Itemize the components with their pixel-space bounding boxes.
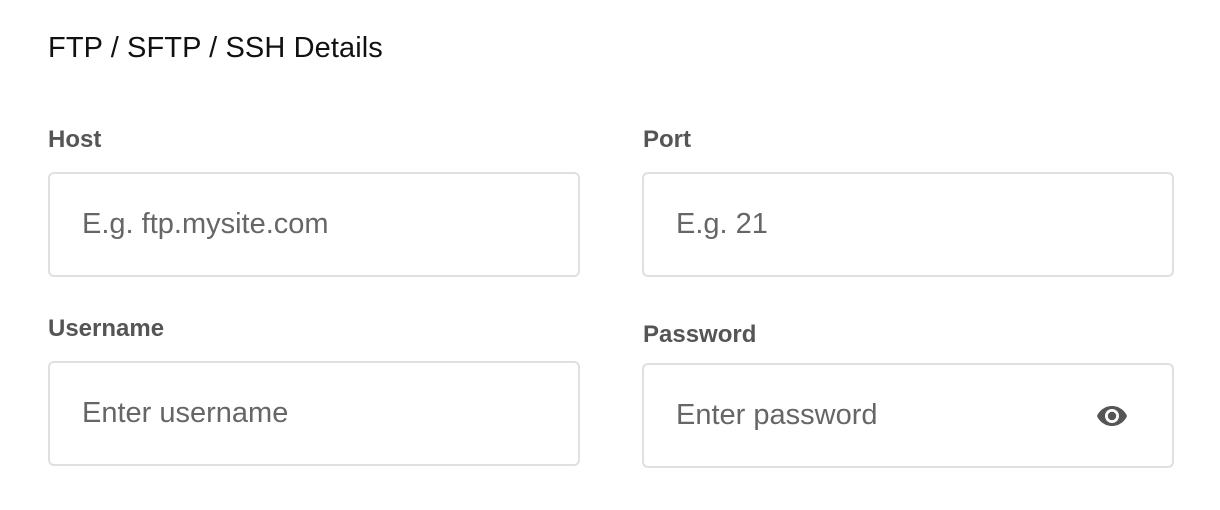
host-field [48,172,580,277]
password-label: Password [643,321,757,348]
host-label: Host [48,126,102,153]
section-title: FTP / SFTP / SSH Details [48,32,383,64]
password-field [642,363,1174,468]
username-field [48,361,580,466]
password-input[interactable] [676,365,1084,466]
host-input[interactable] [82,174,546,275]
username-label: Username [48,315,165,342]
username-input[interactable] [82,363,546,464]
port-label: Port [643,126,691,153]
eye-icon[interactable] [1096,405,1128,427]
port-input[interactable] [676,174,1140,275]
port-field [642,172,1174,277]
